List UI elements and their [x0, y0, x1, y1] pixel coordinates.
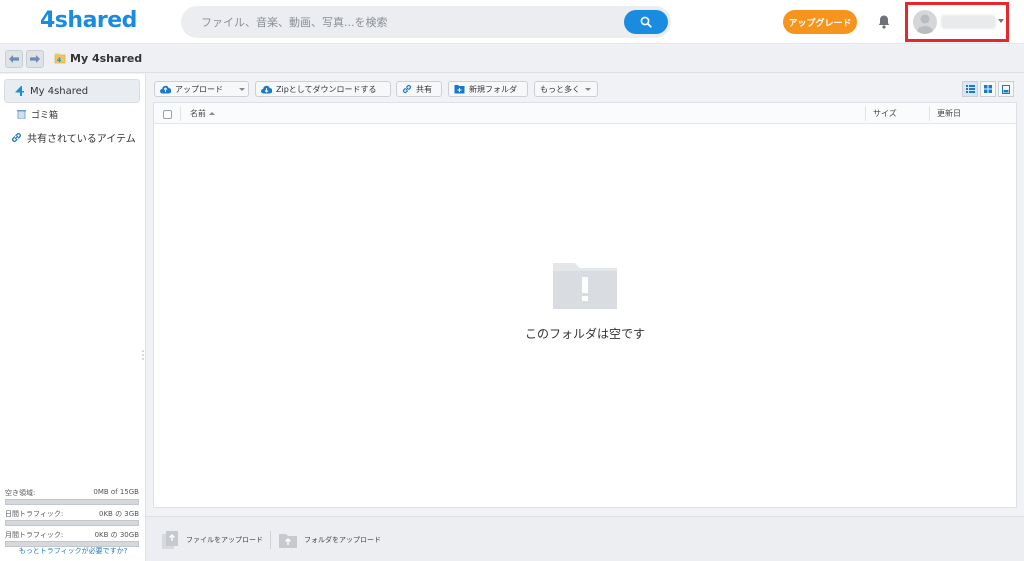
sidebar-item-my4shared[interactable]: My 4shared — [4, 79, 140, 103]
list-view-icon — [965, 85, 975, 93]
username-redacted — [941, 15, 996, 29]
more-button[interactable]: もっと多く — [534, 81, 598, 97]
folder-upload-icon — [278, 531, 298, 549]
sidebar-item-shared[interactable]: 共有されているアイテム — [4, 125, 140, 149]
column-updated[interactable]: 更新日 — [937, 103, 961, 124]
user-menu[interactable] — [905, 2, 1009, 42]
zip-download-button[interactable]: Zipとしてダウンロードする — [255, 81, 391, 97]
arrow-right-icon — [30, 55, 40, 63]
link-icon — [402, 84, 412, 94]
table-header: 名前 サイズ 更新日 — [154, 103, 1016, 124]
upload-button[interactable]: アップロード — [154, 81, 236, 97]
detail-view-button[interactable] — [998, 81, 1014, 97]
file-list: 名前 サイズ 更新日 このフォルダは空です — [153, 102, 1017, 508]
upgrade-button[interactable]: アップグレード — [783, 10, 857, 34]
trash-icon — [17, 109, 26, 119]
search-icon — [640, 16, 652, 28]
back-button[interactable] — [5, 50, 23, 68]
quota-monthly-traffic: 月間トラフィック: 0KB の 30GB — [5, 530, 139, 547]
daily-traffic-bar — [5, 520, 139, 526]
search-button[interactable] — [624, 10, 668, 34]
resize-handle[interactable] — [142, 350, 144, 360]
detail-view-icon — [1002, 84, 1010, 94]
grid-view-button[interactable] — [980, 81, 996, 97]
svg-text:4: 4 — [57, 57, 61, 64]
sidebar-item-label: My 4shared — [30, 85, 89, 97]
forward-button[interactable] — [26, 50, 44, 68]
column-size[interactable]: サイズ — [873, 103, 897, 124]
quota-daily-traffic: 日間トラフィック: 0KB の 3GB — [5, 509, 139, 526]
cloud-upload-icon — [160, 85, 171, 94]
upload-file-button[interactable]: ファイルをアップロード — [160, 529, 263, 551]
select-all-checkbox[interactable] — [163, 110, 172, 119]
more-traffic-link[interactable]: もっとトラフィックが必要ですか? — [0, 546, 146, 556]
arrow-left-icon — [9, 55, 19, 63]
avatar — [913, 10, 937, 34]
list-view-button[interactable] — [962, 81, 978, 97]
breadcrumb: 4 My 4shared — [0, 45, 1024, 73]
toolbar: アップロード Zipとしてダウンロードする 共有 新規フォルダ もっと多く — [146, 74, 1024, 102]
storage-bar — [5, 499, 139, 505]
search-bar — [181, 6, 671, 38]
link-icon — [11, 132, 22, 143]
sort-ascending-icon — [209, 112, 215, 115]
empty-folder-message: このフォルダは空です — [524, 327, 645, 341]
grid-view-icon — [984, 85, 992, 93]
sidebar-item-label: ゴミ箱 — [31, 110, 59, 121]
upload-dropdown[interactable] — [235, 81, 249, 97]
file-upload-icon — [160, 530, 180, 550]
share-button[interactable]: 共有 — [396, 81, 442, 97]
chevron-down-icon — [998, 19, 1004, 23]
sidebar-item-label: 共有されているアイテム — [27, 133, 136, 145]
column-name[interactable]: 名前 — [190, 103, 215, 124]
cloud-download-icon — [261, 85, 272, 94]
bell-icon[interactable] — [877, 14, 891, 30]
logo[interactable]: 4shared — [40, 8, 137, 33]
upload-bar: ファイルをアップロード フォルダをアップロード — [146, 516, 1024, 561]
chevron-down-icon — [238, 87, 245, 91]
quota-storage: 空き領域: 0MB of 15GB — [5, 488, 139, 505]
chevron-down-icon — [585, 87, 591, 91]
4shared-logo-icon — [15, 86, 25, 96]
empty-folder-icon — [553, 263, 617, 309]
home-folder-icon: 4 — [54, 53, 66, 64]
page-title: My 4shared — [70, 52, 143, 65]
search-input[interactable] — [201, 6, 621, 38]
header: 4shared アップグレード — [0, 0, 1024, 44]
user-silhouette-icon — [917, 14, 933, 34]
sidebar-item-trash[interactable]: ゴミ箱 — [4, 102, 140, 126]
new-folder-button[interactable]: 新規フォルダ — [448, 81, 528, 97]
upload-folder-button[interactable]: フォルダをアップロード — [278, 529, 381, 551]
sidebar: My 4shared ゴミ箱 共有されているアイテム 空き領域: 0MB of 1… — [0, 74, 146, 561]
folder-plus-icon — [454, 84, 465, 94]
